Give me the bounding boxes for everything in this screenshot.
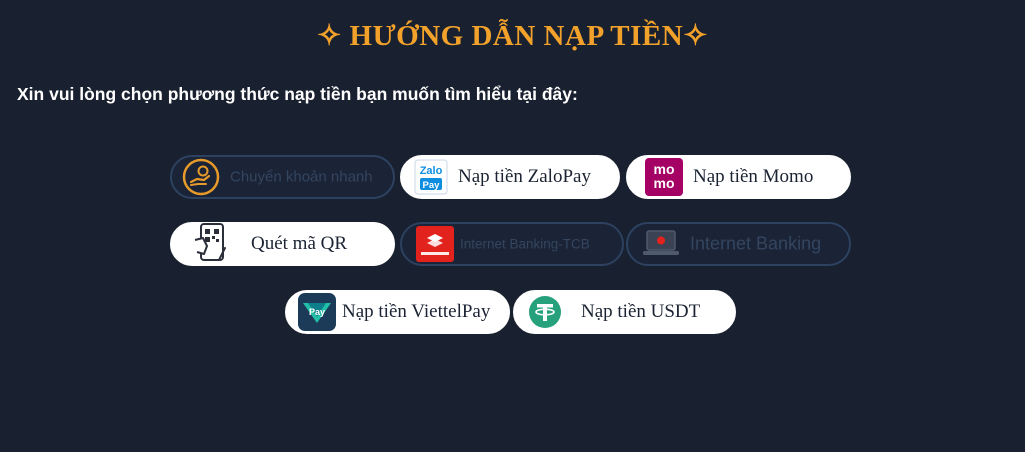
method-label: Nạp tiền USDT (581, 301, 701, 322)
method-momo-button[interactable]: mo mo Nạp tiền Momo (626, 155, 851, 199)
method-qr-button[interactable]: Quét mã QR (170, 222, 395, 266)
svg-text:mo: mo (654, 175, 675, 191)
method-viettelpay-button[interactable]: Pay Nạp tiền ViettelPay (285, 290, 510, 334)
method-internet-banking-button[interactable]: Internet Banking (626, 222, 851, 266)
page-title: ✧ HƯỚNG DẪN NẠP TIỀN✧ (316, 20, 708, 52)
svg-text:Zalo: Zalo (420, 165, 443, 177)
method-zalopay-button[interactable]: Zalo Pay Nạp tiền ZaloPay (400, 155, 620, 199)
intro-text: Xin vui lòng chọn phương thức nạp tiền b… (17, 84, 578, 104)
techcombank-icon (416, 226, 454, 262)
qr-scan-icon (191, 222, 237, 266)
viettelpay-icon: Pay (298, 293, 336, 331)
momo-icon: mo mo (645, 158, 683, 196)
tether-icon (528, 295, 562, 329)
svg-text:Pay: Pay (423, 180, 441, 191)
method-label: Nạp tiền ViettelPay (342, 301, 491, 322)
method-label: Nạp tiền Momo (693, 166, 814, 187)
method-usdt-button[interactable]: Nạp tiền USDT (513, 290, 736, 334)
method-tcb-button[interactable]: Internet Banking-TCB (400, 222, 624, 266)
hand-coin-icon (182, 158, 220, 196)
method-fast-transfer-button[interactable]: Chuyển khoản nhanh (170, 155, 395, 199)
method-label: Nạp tiền ZaloPay (458, 166, 591, 187)
method-label: Quét mã QR (251, 233, 348, 254)
laptop-icon (642, 228, 680, 260)
method-label: Internet Banking (690, 233, 822, 254)
method-label: Internet Banking-TCB (460, 236, 590, 252)
method-label: Chuyển khoản nhanh (230, 168, 373, 186)
svg-text:Pay: Pay (309, 307, 325, 317)
zalopay-icon: Zalo Pay (414, 159, 448, 195)
